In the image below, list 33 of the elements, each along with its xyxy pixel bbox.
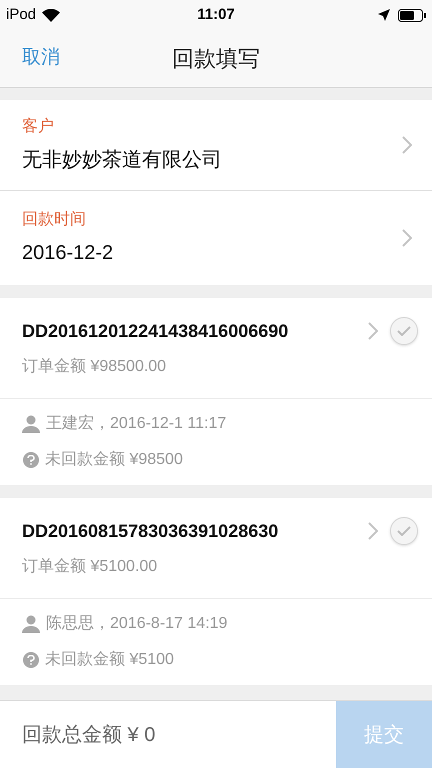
chevron-right-icon[interactable] — [402, 229, 412, 247]
chevron-right-icon[interactable] — [368, 522, 378, 540]
checkmark-icon — [397, 526, 411, 536]
select-checkbox[interactable] — [390, 317, 418, 345]
field-label: 回款时间 — [22, 210, 87, 230]
select-checkbox[interactable] — [390, 517, 418, 545]
page-title: 回款填写 — [172, 45, 260, 73]
form-row[interactable]: 客户 无非妙妙茶道有限公司 — [0, 100, 432, 191]
clock-text: 11:07 — [197, 4, 235, 25]
unpaid-amount: 未回款金额 ¥5100 — [45, 650, 174, 670]
order-amount: 订单金额 ¥98500.00 — [22, 356, 168, 377]
chevron-right-icon[interactable] — [368, 322, 378, 340]
field-value: 2016-12-2 — [22, 241, 114, 266]
person-icon — [22, 415, 40, 433]
carrier-text: iPod — [6, 4, 36, 25]
form-row[interactable]: 回款时间 2016-12-2 — [0, 191, 432, 285]
salesperson-text: 陈思思，2016-8-17 14:19 — [46, 614, 228, 634]
help-icon — [23, 652, 39, 668]
unpaid-amount: 未回款金额 ¥98500 — [45, 450, 183, 470]
field-label: 客户 — [22, 116, 55, 137]
order-amount: 订单金额 ¥5100.00 — [22, 556, 158, 577]
location-arrow-icon — [378, 9, 390, 21]
wifi-icon — [42, 8, 60, 22]
checkmark-icon — [397, 326, 411, 336]
salesperson-text: 王建宏，2016-12-1 11:17 — [46, 414, 226, 434]
person-icon — [22, 615, 40, 633]
battery-icon — [398, 8, 426, 22]
help-icon — [23, 452, 39, 468]
field-value: 无非妙妙茶道有限公司 — [22, 148, 223, 173]
chevron-right-icon[interactable] — [402, 136, 412, 154]
order-number: DD201612012241438416006690 — [22, 320, 288, 342]
order-number: DD20160815783036391028630 — [22, 520, 278, 542]
total-amount: 回款总金额 ¥ 0 — [21, 722, 156, 748]
